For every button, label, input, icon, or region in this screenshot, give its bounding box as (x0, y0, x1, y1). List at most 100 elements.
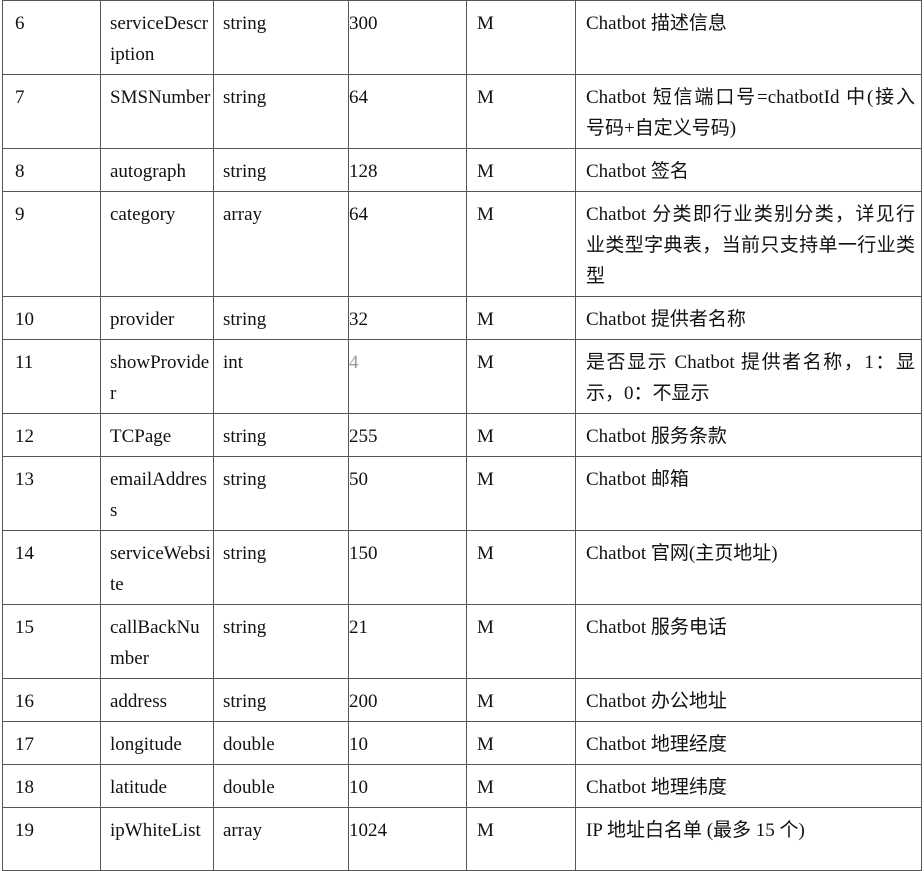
table-row: 11 showProvider int 4 M 是否显示 Chatbot 提供者… (2, 339, 922, 414)
field-required: M (466, 807, 576, 871)
table-row: 8 autograph string 128 M Chatbot 签名 (2, 148, 922, 192)
table-row: 18 latitude double 10 M Chatbot 地理纬度 (2, 764, 922, 808)
field-type: string (213, 530, 349, 605)
field-required: M (466, 0, 576, 75)
field-length: 21 (348, 604, 467, 679)
field-required: M (466, 764, 576, 808)
field-type: string (213, 296, 349, 340)
field-name: longitude (100, 721, 214, 765)
table-row: 13 emailAddress string 50 M Chatbot 邮箱 (2, 456, 922, 531)
row-index: 19 (2, 807, 101, 871)
field-type: string (213, 604, 349, 679)
field-required: M (466, 148, 576, 192)
field-required: M (466, 339, 576, 414)
field-length: 64 (348, 74, 467, 149)
field-type: string (213, 0, 349, 75)
field-length: 50 (348, 456, 467, 531)
row-index: 6 (2, 0, 101, 75)
field-name: address (100, 678, 214, 722)
field-description: IP 地址白名单 (最多 15 个) (575, 807, 922, 871)
field-length: 32 (348, 296, 467, 340)
field-description: Chatbot 分类即行业类别分类，详见行业类型字典表，当前只支持单一行业类型 (575, 191, 922, 297)
field-description: Chatbot 签名 (575, 148, 922, 192)
field-description: Chatbot 描述信息 (575, 0, 922, 75)
table-row: 10 provider string 32 M Chatbot 提供者名称 (2, 296, 922, 340)
field-required: M (466, 678, 576, 722)
field-name: category (100, 191, 214, 297)
field-type: int (213, 339, 349, 414)
field-description: 是否显示 Chatbot 提供者名称，1：显示，0：不显示 (575, 339, 922, 414)
table-row: 17 longitude double 10 M Chatbot 地理经度 (2, 721, 922, 765)
table-row: 6 serviceDescription string 300 M Chatbo… (2, 0, 922, 75)
field-length: 255 (348, 413, 467, 457)
field-name: serviceDescription (100, 0, 214, 75)
field-required: M (466, 604, 576, 679)
field-description: Chatbot 短信端口号=chatbotId 中(接入号码+自定义号码) (575, 74, 922, 149)
field-length: 200 (348, 678, 467, 722)
row-index: 9 (2, 191, 101, 297)
field-name: autograph (100, 148, 214, 192)
field-description: Chatbot 官网(主页地址) (575, 530, 922, 605)
row-index: 14 (2, 530, 101, 605)
field-required: M (466, 413, 576, 457)
field-name: ipWhiteList (100, 807, 214, 871)
table-row: 7 SMSNumber string 64 M Chatbot 短信端口号=ch… (2, 74, 922, 149)
field-required: M (466, 74, 576, 149)
field-required: M (466, 721, 576, 765)
field-length: 4 (348, 339, 467, 414)
field-name: SMSNumber (100, 74, 214, 149)
row-index: 8 (2, 148, 101, 192)
field-length: 128 (348, 148, 467, 192)
field-description: Chatbot 邮箱 (575, 456, 922, 531)
field-type: string (213, 413, 349, 457)
row-index: 12 (2, 413, 101, 457)
field-type: double (213, 764, 349, 808)
field-type: string (213, 456, 349, 531)
row-index: 17 (2, 721, 101, 765)
row-index: 15 (2, 604, 101, 679)
row-index: 16 (2, 678, 101, 722)
field-type: double (213, 721, 349, 765)
table-row: 9 category array 64 M Chatbot 分类即行业类别分类，… (2, 191, 922, 297)
field-name: callBackNumber (100, 604, 214, 679)
row-index: 18 (2, 764, 101, 808)
row-index: 11 (2, 339, 101, 414)
field-type: string (213, 74, 349, 149)
field-length: 10 (348, 721, 467, 765)
field-type: array (213, 807, 349, 871)
table-row: 16 address string 200 M Chatbot 办公地址 (2, 678, 922, 722)
field-length: 300 (348, 0, 467, 75)
field-length: 10 (348, 764, 467, 808)
field-description: Chatbot 服务条款 (575, 413, 922, 457)
field-length: 150 (348, 530, 467, 605)
field-type: string (213, 678, 349, 722)
table-row: 19 ipWhiteList array 1024 M IP 地址白名单 (最多… (2, 807, 922, 871)
row-index: 10 (2, 296, 101, 340)
field-length: 64 (348, 191, 467, 297)
field-description: Chatbot 地理纬度 (575, 764, 922, 808)
table-row: 15 callBackNumber string 21 M Chatbot 服务… (2, 604, 922, 679)
field-spec-table: 6 serviceDescription string 300 M Chatbo… (2, 0, 922, 871)
field-type: string (213, 148, 349, 192)
field-name: serviceWebsite (100, 530, 214, 605)
field-required: M (466, 296, 576, 340)
table-body: 6 serviceDescription string 300 M Chatbo… (2, 0, 922, 871)
field-length: 1024 (348, 807, 467, 871)
row-index: 7 (2, 74, 101, 149)
field-name: TCPage (100, 413, 214, 457)
field-description: Chatbot 地理经度 (575, 721, 922, 765)
field-type: array (213, 191, 349, 297)
field-description: Chatbot 提供者名称 (575, 296, 922, 340)
row-index: 13 (2, 456, 101, 531)
field-name: showProvider (100, 339, 214, 414)
field-description: Chatbot 服务电话 (575, 604, 922, 679)
field-name: provider (100, 296, 214, 340)
field-description: Chatbot 办公地址 (575, 678, 922, 722)
field-name: emailAddress (100, 456, 214, 531)
table-row: 12 TCPage string 255 M Chatbot 服务条款 (2, 413, 922, 457)
field-name: latitude (100, 764, 214, 808)
field-required: M (466, 456, 576, 531)
field-required: M (466, 530, 576, 605)
table-row: 14 serviceWebsite string 150 M Chatbot 官… (2, 530, 922, 605)
field-required: M (466, 191, 576, 297)
